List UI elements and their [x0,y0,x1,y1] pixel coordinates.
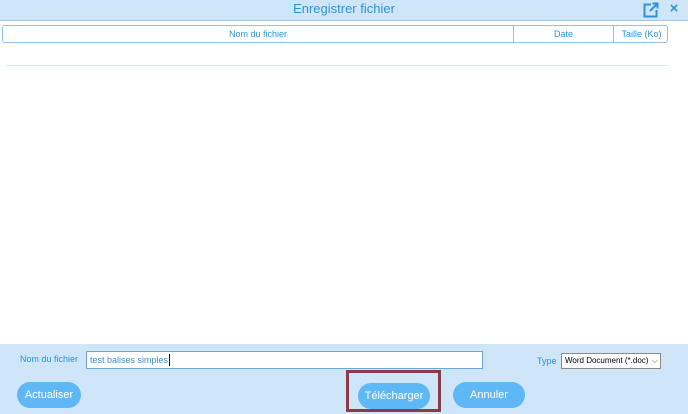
column-header-filename[interactable]: Nom du fichier [3,26,514,42]
popout-icon[interactable] [643,2,659,18]
filename-input[interactable] [86,351,483,369]
file-list-header: Nom du fichier Date Taille (Ko) [2,25,668,43]
text-caret [169,354,170,366]
refresh-button[interactable]: Actualiser [17,382,81,408]
row-divider [6,65,668,66]
type-select[interactable]: Word Document (*.doc) ⌵ [561,353,661,369]
column-header-date[interactable]: Date [514,26,614,42]
column-header-size[interactable]: Taille (Ko) [614,26,669,42]
download-button[interactable]: Télécharger [358,383,430,409]
chevron-down-icon: ⌵ [651,356,658,365]
title-bar: Enregistrer fichier × [0,0,688,20]
close-icon[interactable]: × [667,1,681,17]
filename-label: Nom du fichier [20,354,79,364]
cancel-button[interactable]: Annuler [453,382,525,408]
type-label: Type [537,356,557,366]
file-list[interactable]: Nom du fichier Date Taille (Ko) [0,20,688,344]
type-select-value: Word Document (*.doc) [565,356,649,365]
window-title: Enregistrer fichier [293,1,395,16]
